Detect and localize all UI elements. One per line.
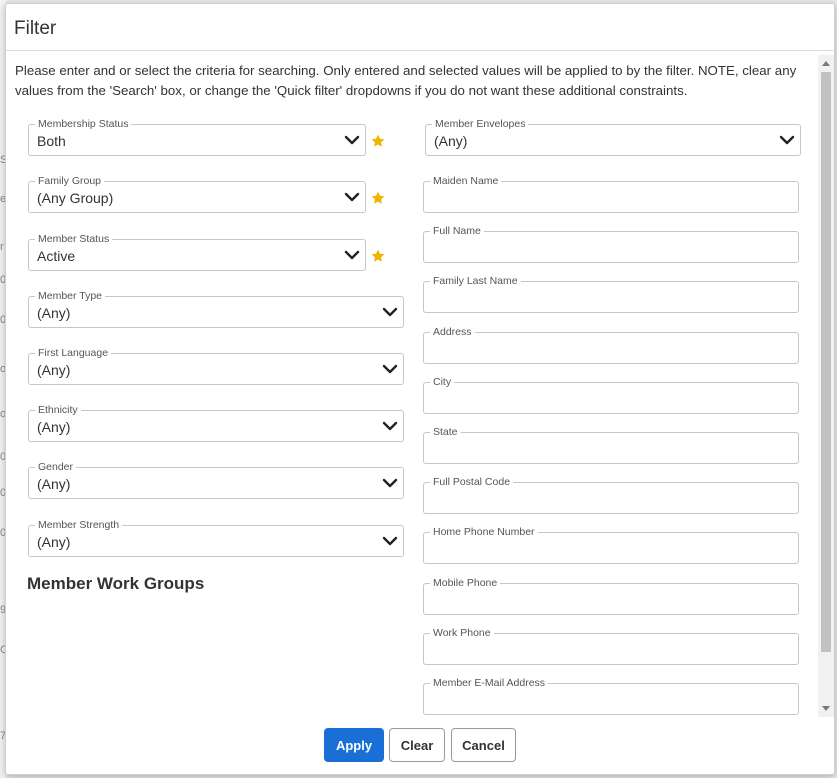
first-language-select[interactable]: First Language (Any) (28, 347, 404, 385)
chevron-down-icon[interactable] (382, 419, 398, 433)
member-envelopes-select[interactable]: Member Envelopes (Any) (425, 118, 801, 156)
mobile-phone-input-label: Mobile Phone (430, 576, 501, 589)
member-strength-select-label: Member Strength (35, 519, 123, 531)
member-strength-select[interactable]: Member Strength (Any) (28, 519, 404, 557)
address-input-label: Address (430, 325, 475, 338)
member-type-select-value: (Any) (37, 305, 71, 321)
chevron-down-icon[interactable] (779, 133, 795, 147)
work-phone-input-label: Work Phone (430, 626, 494, 639)
chevron-down-icon[interactable] (382, 305, 398, 319)
member-strength-select-value: (Any) (37, 534, 71, 550)
family-group-select-value: (Any Group) (37, 190, 114, 206)
membership-status-select-label: Membership Status (35, 118, 132, 130)
family-last-name-input[interactable]: Family Last Name (423, 275, 799, 314)
gender-select[interactable]: Gender (Any) (28, 461, 404, 499)
state-input-label: State (430, 426, 461, 438)
filter-form: Please enter and or select the criteria … (6, 51, 818, 716)
work-phone-input[interactable]: Work Phone (423, 626, 799, 665)
home-phone-number-input[interactable]: Home Phone Number (423, 526, 799, 565)
member-e-mail-address-input-label: Member E-Mail Address (430, 677, 549, 689)
member-e-mail-address-input[interactable]: Member E-Mail Address (423, 677, 799, 715)
member-work-groups-title: Member Work Groups (27, 574, 205, 593)
chevron-down-icon[interactable] (344, 248, 360, 262)
scroll-down-icon[interactable] (822, 706, 830, 711)
chevron-down-icon[interactable] (382, 362, 398, 376)
ethnicity-select[interactable]: Ethnicity (Any) (28, 404, 404, 442)
full-postal-code-input[interactable]: Full Postal Code (423, 476, 799, 515)
full-postal-code-input-label: Full Postal Code (430, 476, 514, 489)
vertical-scrollbar[interactable] (818, 55, 834, 717)
state-input[interactable]: State (423, 426, 799, 464)
member-status-select-label: Member Status (35, 233, 113, 245)
family-group-select[interactable]: Family Group (Any Group) (28, 175, 366, 213)
star-icon[interactable] (370, 248, 386, 264)
cancel-button[interactable]: Cancel (451, 728, 516, 762)
member-status-select[interactable]: Member Status Active (28, 233, 366, 271)
ethnicity-select-value: (Any) (37, 419, 71, 435)
member-envelopes-select-label: Member Envelopes (432, 118, 529, 130)
gender-select-label: Gender (35, 461, 77, 473)
ethnicity-select-label: Ethnicity (35, 404, 81, 416)
scroll-up-icon[interactable] (822, 61, 830, 66)
apply-button[interactable]: Apply (324, 728, 384, 762)
city-input-label: City (430, 375, 455, 388)
family-last-name-input-label: Family Last Name (430, 275, 521, 288)
chevron-down-icon[interactable] (344, 190, 360, 204)
full-name-input[interactable]: Full Name (423, 225, 799, 264)
maiden-name-input[interactable]: Maiden Name (423, 175, 799, 213)
member-type-select[interactable]: Member Type (Any) (28, 290, 404, 328)
star-icon[interactable] (370, 133, 386, 149)
family-group-select-label: Family Group (35, 175, 105, 187)
membership-status-select-value: Both (37, 133, 66, 149)
star-icon[interactable] (370, 190, 386, 206)
chevron-down-icon[interactable] (382, 534, 398, 548)
intro-text: Please enter and or select the criteria … (15, 63, 797, 98)
chevron-down-icon[interactable] (344, 133, 360, 147)
maiden-name-input-label: Maiden Name (430, 175, 502, 187)
address-input[interactable]: Address (423, 325, 799, 364)
gender-select-value: (Any) (37, 476, 71, 492)
member-envelopes-select-value: (Any) (434, 133, 468, 149)
membership-status-select[interactable]: Membership Status Both (28, 118, 366, 156)
dialog-title: Filter (14, 18, 57, 39)
city-input[interactable]: City (423, 375, 799, 414)
first-language-select-label: First Language (35, 347, 112, 359)
mobile-phone-input[interactable]: Mobile Phone (423, 576, 799, 615)
full-name-input-label: Full Name (430, 225, 484, 238)
member-status-select-value: Active (37, 248, 76, 264)
member-type-select-label: Member Type (35, 290, 105, 302)
first-language-select-value: (Any) (37, 362, 71, 378)
chevron-down-icon[interactable] (382, 476, 398, 490)
filter-dialog: Filter Please enter and or select the cr… (5, 3, 835, 775)
scrollbar-thumb[interactable] (821, 72, 831, 652)
clear-button[interactable]: Clear (389, 728, 445, 762)
dialog-footer: Apply Clear Cancel (6, 717, 834, 775)
home-phone-number-input-label: Home Phone Number (430, 526, 538, 539)
background-text-fragment: r (0, 241, 4, 253)
